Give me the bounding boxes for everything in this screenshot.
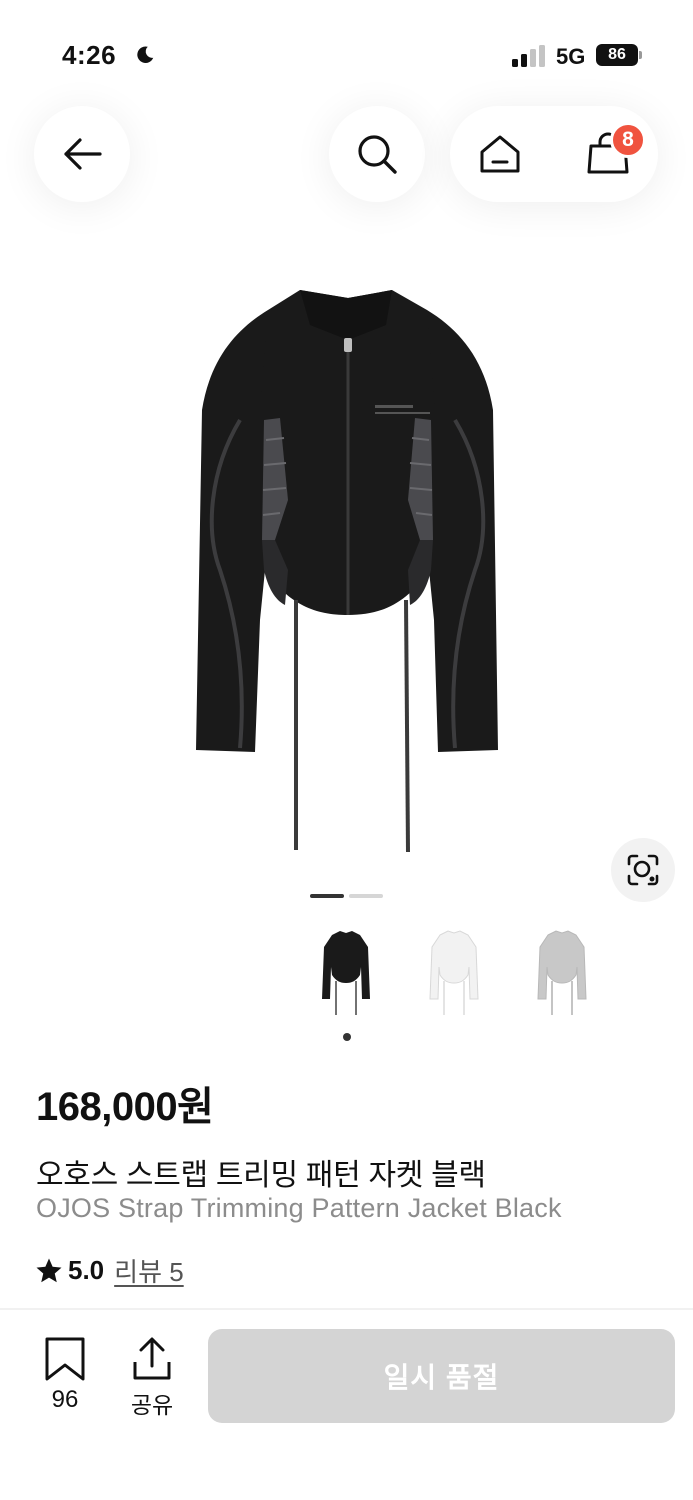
arrow-left-icon	[64, 138, 102, 170]
signal-icon	[512, 45, 545, 67]
network-type: 5G	[556, 44, 586, 69]
bookmark-button[interactable]: 96	[30, 1336, 100, 1422]
status-time: 4:26	[62, 40, 117, 70]
product-price: 168,000원	[36, 1085, 214, 1129]
moon-icon	[137, 46, 154, 63]
cart-count-badge: 8	[610, 122, 646, 158]
bookmark-count: 96	[51, 1386, 79, 1413]
jacket-thumb-icon	[322, 931, 370, 1015]
product-image[interactable]	[180, 270, 515, 870]
home-icon	[480, 135, 520, 173]
bookmark-icon	[45, 1337, 85, 1381]
rating-row: 5.0 리뷰 5	[34, 1252, 184, 1289]
star-icon	[36, 1258, 62, 1282]
search-button[interactable]	[329, 106, 425, 202]
jacket-image	[196, 290, 498, 853]
product-name-english: OJOS Strap Trimming Pattern Jacket Black	[36, 1193, 562, 1223]
variant-thumb-white[interactable]	[406, 925, 502, 1021]
divider	[0, 1308, 693, 1310]
visual-search-button[interactable]	[611, 838, 675, 902]
search-icon	[358, 135, 397, 174]
gallery-indicator-active	[310, 894, 344, 898]
battery-indicator: 86	[596, 44, 638, 66]
jacket-thumb-icon	[537, 930, 587, 1015]
review-link[interactable]: 리뷰 5	[114, 1252, 184, 1289]
variant-thumb-black[interactable]	[298, 925, 394, 1021]
variant-thumb-grey[interactable]	[514, 925, 610, 1021]
home-button[interactable]	[470, 124, 530, 184]
product-name-korean: 오호스 스트랩 트리밍 패턴 자켓 블랙	[36, 1159, 486, 1192]
gallery-indicator	[349, 894, 383, 898]
lens-icon	[627, 854, 659, 886]
share-icon	[133, 1337, 171, 1380]
selected-variant-dot	[343, 1033, 351, 1041]
share-button[interactable]: 공유	[116, 1336, 188, 1422]
jacket-thumb-icon	[429, 930, 479, 1015]
sold-out-button[interactable]: 일시 품절	[208, 1329, 675, 1423]
back-button[interactable]	[34, 106, 130, 202]
status-bar: 4:26 5G 86	[0, 0, 693, 100]
share-label: 공유	[130, 1392, 174, 1418]
rating-value: 5.0	[68, 1255, 105, 1285]
nav-actions-pill: 8	[450, 106, 658, 202]
battery-tip	[639, 51, 642, 59]
